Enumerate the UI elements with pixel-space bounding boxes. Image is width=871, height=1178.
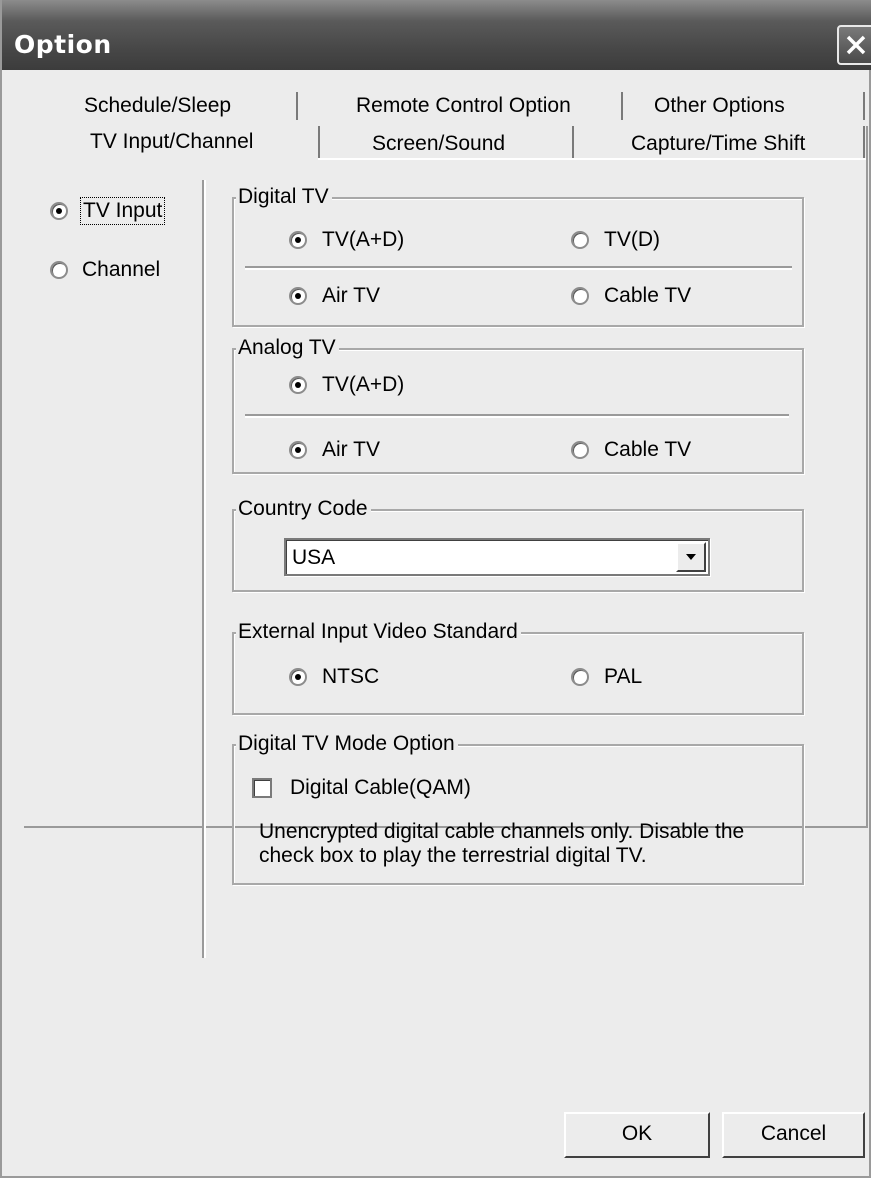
analog-air-tv-label[interactable]: Air TV bbox=[322, 438, 380, 462]
pal-label[interactable]: PAL bbox=[604, 665, 642, 689]
pal-radio[interactable] bbox=[571, 668, 589, 686]
digital-tv-divider-highlight bbox=[245, 268, 792, 270]
close-icon bbox=[846, 35, 866, 55]
tv-input-radio[interactable] bbox=[50, 202, 68, 220]
country-code-value: USA bbox=[292, 546, 336, 569]
digital-tv-a-d-label[interactable]: TV(A+D) bbox=[322, 228, 404, 252]
digital-tv-a-d-radio[interactable] bbox=[289, 231, 307, 249]
analog-tv-divider-highlight bbox=[245, 416, 789, 418]
country-code-select[interactable]: USA bbox=[284, 538, 710, 576]
external-input-video-standard-group: External Input Video Standard bbox=[232, 620, 804, 715]
tab-schedule-sleep[interactable]: Schedule/Sleep bbox=[84, 94, 231, 118]
digital-tv-d-radio[interactable] bbox=[571, 231, 589, 249]
analog-tv-group: Analog TV bbox=[232, 336, 804, 474]
country-code-legend: Country Code bbox=[236, 497, 371, 521]
digital-cable-tv-label[interactable]: Cable TV bbox=[604, 284, 691, 308]
digital-tv-legend: Digital TV bbox=[236, 185, 332, 209]
tab-screen-sound[interactable]: Screen/Sound bbox=[372, 132, 505, 156]
channel-radio[interactable] bbox=[50, 261, 68, 279]
analog-tv-a-d-radio[interactable] bbox=[289, 376, 307, 394]
analog-cable-tv-radio[interactable] bbox=[571, 441, 589, 459]
close-button[interactable] bbox=[837, 25, 871, 65]
cancel-button[interactable]: Cancel bbox=[722, 1112, 865, 1158]
digital-tv-d-label[interactable]: TV(D) bbox=[604, 228, 660, 252]
digital-mode-legend: Digital TV Mode Option bbox=[236, 732, 458, 756]
channel-label[interactable]: Channel bbox=[82, 258, 160, 282]
digital-cable-tv-radio[interactable] bbox=[571, 287, 589, 305]
tab-capture-time-shift[interactable]: Capture/Time Shift bbox=[631, 132, 805, 156]
digital-cable-qam-label[interactable]: Digital Cable(QAM) bbox=[290, 776, 471, 800]
tab-separator bbox=[572, 126, 574, 158]
option-dialog: Option Schedule/Sleep Remote Control Opt… bbox=[0, 0, 871, 1178]
digital-mode-note-line2: check box to play the terrestrial digita… bbox=[259, 844, 647, 867]
ntsc-label[interactable]: NTSC bbox=[322, 665, 379, 689]
chevron-down-icon bbox=[686, 554, 696, 560]
tab-panel-top-edge bbox=[318, 158, 866, 160]
digital-air-tv-label[interactable]: Air TV bbox=[322, 284, 380, 308]
analog-cable-tv-label[interactable]: Cable TV bbox=[604, 438, 691, 462]
digital-air-tv-radio[interactable] bbox=[289, 287, 307, 305]
window-title: Option bbox=[14, 30, 112, 59]
tab-separator bbox=[621, 92, 623, 120]
analog-tv-legend: Analog TV bbox=[236, 336, 339, 360]
tab-separator bbox=[318, 126, 320, 158]
tab-tv-input-channel[interactable]: TV Input/Channel bbox=[90, 130, 253, 154]
tab-other-options[interactable]: Other Options bbox=[654, 94, 785, 118]
title-bar[interactable]: Option bbox=[2, 0, 871, 70]
digital-cable-qam-checkbox[interactable] bbox=[252, 778, 272, 798]
ntsc-radio[interactable] bbox=[289, 668, 307, 686]
tab-panel-right-edge bbox=[866, 126, 868, 826]
tab-separator bbox=[296, 92, 298, 120]
tab-separator bbox=[863, 92, 865, 120]
ok-button[interactable]: OK bbox=[564, 1112, 710, 1158]
tv-input-label[interactable]: TV Input bbox=[79, 197, 166, 225]
analog-air-tv-radio[interactable] bbox=[289, 441, 307, 459]
tab-separator bbox=[863, 126, 865, 158]
tab-remote-control-option[interactable]: Remote Control Option bbox=[356, 94, 571, 118]
country-code-dropdown-button[interactable] bbox=[676, 542, 706, 572]
analog-tv-a-d-label[interactable]: TV(A+D) bbox=[322, 373, 404, 397]
digital-mode-note-line1: Unencrypted digital cable channels only.… bbox=[259, 820, 745, 843]
digital-tv-group: Digital TV bbox=[232, 185, 804, 327]
vertical-divider-highlight bbox=[204, 180, 206, 958]
external-input-legend: External Input Video Standard bbox=[236, 620, 521, 644]
